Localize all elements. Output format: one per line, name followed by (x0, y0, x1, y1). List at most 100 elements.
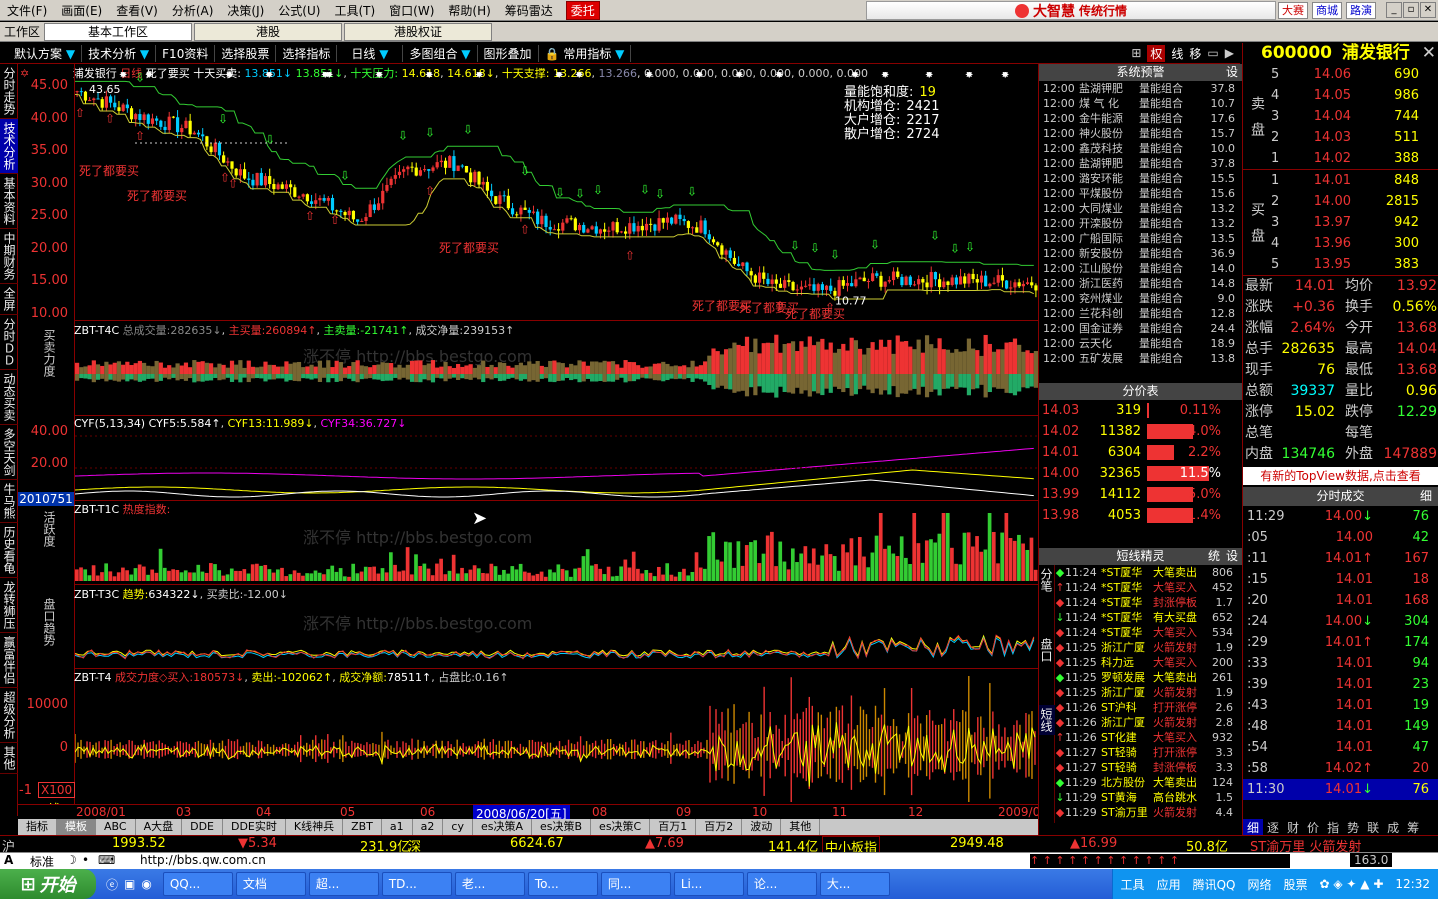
sprite-row[interactable]: ◆ 11:29 北方股份 大笔卖出 124 (1055, 775, 1242, 790)
f10-button[interactable]: F10资料 (156, 44, 216, 62)
indicator-tab-6[interactable]: K线神兵 (286, 819, 344, 835)
sprite-row[interactable]: ◆ 11:25 浙江广厦 火箭发射 1.9 (1055, 685, 1242, 700)
price-row[interactable]: 13.98 4053 1.4% (1039, 505, 1242, 526)
bids-row[interactable]: 1 14.01 848 (1271, 170, 1438, 191)
t4c-chart-svg[interactable] (75, 334, 1038, 414)
tray-tools[interactable]: 工具 (1121, 876, 1145, 893)
indicator-tab-17[interactable]: 其他 (781, 819, 821, 835)
close-icon[interactable]: ✕ (1420, 2, 1436, 18)
sprite-stats-button[interactable]: 统 (1208, 548, 1220, 565)
browser-icon[interactable]: ◉ (141, 877, 151, 891)
menu-tools[interactable]: 工具(T) (327, 2, 382, 19)
alert-row[interactable]: 12:00 鑫茂科技 量能组合 10.0 (1039, 141, 1242, 156)
menu-screen[interactable]: 画面(E) (54, 2, 109, 19)
trade-row[interactable]: :58 14.02↑ 20 (1243, 758, 1438, 779)
alerts-list[interactable]: 12:00 盐湖钾肥 量能组合 37.8 12:00 煤 气 化量能组合 10.7 12:00… (1039, 81, 1242, 377)
tray-stocks[interactable]: 股票 (1284, 876, 1308, 893)
tab-basic-workspace[interactable]: 基本工作区 (44, 22, 193, 41)
indicator-tab-11[interactable]: es决策A (473, 819, 532, 835)
trade-row[interactable]: :43 14.01 19 (1243, 695, 1438, 716)
move-button[interactable]: 移 (1189, 45, 1201, 62)
sprite-row[interactable]: ↓ 11:29 ST黄海 高台跳水 1.5 (1055, 790, 1242, 805)
alert-row[interactable]: 12:00 五矿发展 量能组合 13.8 (1039, 351, 1242, 366)
line-button[interactable]: 线 (1171, 45, 1183, 62)
tray-qq[interactable]: 腾讯QQ (1193, 876, 1236, 893)
left-tab-11[interactable]: 赢富伴侣 (0, 633, 18, 688)
asks-row[interactable]: 1 14.02 388 (1271, 148, 1438, 169)
trade-row[interactable]: :15 14.01 18 (1243, 569, 1438, 590)
indicator-tab-16[interactable]: 波动 (742, 819, 782, 835)
menu-chip-radar[interactable]: 筹码雷达 (498, 2, 560, 19)
trade-row[interactable]: :20 14.01 168 (1243, 590, 1438, 611)
price-row[interactable]: 14.02 11382 4.0% (1039, 421, 1242, 442)
quote-tab-2[interactable]: 财 (1283, 819, 1303, 835)
close-quote-icon[interactable]: ✕ (1422, 43, 1436, 64)
select-indicator-button[interactable]: 选择指标 (276, 44, 338, 62)
panel-toggle-icon[interactable]: ▶ (1225, 46, 1234, 60)
url-text[interactable]: http://bbs.qw.com.cn (140, 853, 266, 867)
alert-row[interactable]: 12:00 金牛能源 量能组合 17.6 (1039, 111, 1242, 126)
ask-list[interactable]: 5 14.06 690 4 14.05 986 3 14.04 744 2 14.03 511 1 14.… (1271, 64, 1438, 169)
indicator-tab-10[interactable]: cy (443, 819, 473, 835)
alert-row[interactable]: 12:00 开滦股份 量能组合 13.2 (1039, 216, 1242, 231)
mall-button[interactable]: 商城 (1312, 2, 1342, 19)
roadshow-button[interactable]: 路演 (1346, 2, 1376, 19)
taskbar-button-4[interactable]: 老... (454, 872, 525, 896)
asks-row[interactable]: 5 14.06 690 (1271, 64, 1438, 85)
select-stock-button[interactable]: 选择股票 (215, 44, 277, 62)
quote-tab-3[interactable]: 价 (1303, 819, 1323, 835)
sprite-row[interactable]: ◆ 11:24 *ST厦华 大笔卖出 806 (1055, 565, 1242, 580)
input-mode-label[interactable]: 标准 (30, 853, 54, 870)
taskbar-button-3[interactable]: TD... (381, 872, 452, 896)
taskbar-button-8[interactable]: 论... (746, 872, 817, 896)
tech-analysis-dropdown[interactable]: 技术分析 ▼ (82, 44, 157, 62)
sprite-row[interactable]: ◆ 11:24 *ST厦华 封涨停板 1.7 (1055, 595, 1242, 610)
bids-row[interactable]: 4 13.96 300 (1271, 233, 1438, 254)
alert-row[interactable]: 12:00 新安股份 量能组合 36.9 (1039, 246, 1242, 261)
indicator-tab-15[interactable]: 百万2 (696, 819, 743, 835)
asks-row[interactable]: 4 14.05 986 (1271, 85, 1438, 106)
alert-row[interactable]: 12:00 大同煤业 量能组合 13.2 (1039, 201, 1242, 216)
alert-row[interactable]: 12:00 盐湖钾肥 量能组合 37.8 (1039, 156, 1242, 171)
price-row[interactable]: 14.03 319 0.11% (1039, 400, 1242, 421)
alert-row[interactable]: 12:00 神火股份 量能组合 15.7 (1039, 126, 1242, 141)
trade-detail-button[interactable]: 细 (1420, 487, 1432, 506)
sprite-row[interactable]: ◆ 11:27 ST轻骑 封涨停板 3.3 (1055, 760, 1242, 775)
taskbar-button-5[interactable]: To... (527, 872, 598, 896)
cyf-chart-svg[interactable] (75, 424, 1038, 500)
left-tab-7[interactable]: 多空天剑 (0, 425, 18, 480)
indicator-tab-4[interactable]: DDE (182, 819, 223, 835)
alert-row[interactable]: 12:00 潞安环能 量能组合 15.5 (1039, 171, 1242, 186)
contest-button[interactable]: 大赛 (1278, 2, 1308, 19)
restore-icon[interactable]: ▫ (1403, 2, 1419, 18)
price-table[interactable]: 14.03 319 0.11% 14.02 11382 4.0% 14.01 6304 2.2%… (1039, 400, 1242, 526)
sprite-list[interactable]: ◆ 11:24 *ST厦华 大笔卖出 806 ↑ 11:24 *ST厦华 大笔买入 452 ◆ 11:… (1055, 565, 1242, 823)
alert-row[interactable]: 12:00 云天化 量能组合 18.9 (1039, 336, 1242, 351)
indicator-tab-12[interactable]: es决策B (532, 819, 592, 835)
quote-tab-1[interactable]: 逐 (1263, 819, 1283, 835)
trade-row[interactable]: :24 14.00↓ 304 (1243, 611, 1438, 632)
taskbar-button-2[interactable]: 超... (308, 872, 379, 896)
trade-row[interactable]: :05 14.00 42 (1243, 527, 1438, 548)
trade-row[interactable]: :11 14.01↑ 167 (1243, 548, 1438, 569)
sprite-row[interactable]: ◆ 11:25 罗顿发展 大笔卖出 261 (1055, 670, 1242, 685)
alert-row[interactable]: 12:00 盐湖钾肥 量能组合 37.8 (1039, 81, 1242, 96)
tray-network[interactable]: 网络 (1247, 876, 1271, 893)
minimize-icon[interactable]: _ (1386, 2, 1402, 18)
window-icon[interactable]: ▭ (1207, 46, 1218, 60)
left-tab-9[interactable]: 历史看龟 (0, 523, 18, 578)
left-tab-10[interactable]: 龙转狮压 (0, 578, 18, 633)
trade-row[interactable]: :48 14.01 149 (1243, 716, 1438, 737)
price-row[interactable]: 14.00 32365 11.5% (1039, 463, 1242, 484)
sprite-row[interactable]: ↓ 11:24 *ST厦华 有大买盘 652 (1055, 610, 1242, 625)
left-tab-1[interactable]: 技术分析 (0, 119, 18, 174)
menu-decision[interactable]: 决策(J) (220, 2, 271, 19)
price-row[interactable]: 13.99 14112 5.0% (1039, 484, 1242, 505)
indicator-tab-2[interactable]: ABC (96, 819, 136, 835)
t3c-chart-svg[interactable] (75, 594, 1038, 668)
quote-tab-7[interactable]: 成 (1383, 819, 1403, 835)
left-tab-13[interactable]: 其他 (0, 743, 18, 774)
menu-window[interactable]: 窗口(W) (382, 2, 441, 19)
indicator-tab-1[interactable]: 模板 (57, 819, 96, 835)
left-tab-12[interactable]: 超级分析 (0, 688, 18, 743)
